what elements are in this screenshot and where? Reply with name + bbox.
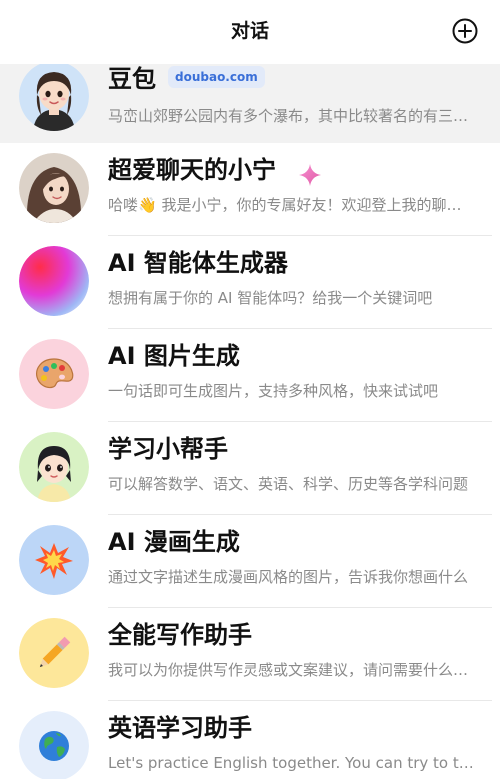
gradient-orb-icon [19,246,89,316]
conversation-name: 英语学习助手 [108,714,252,742]
conversation-name: 超爱聊天的小宁 [108,156,276,184]
conversation-name: AI 漫画生成 [108,528,240,556]
student-avatar-icon [19,432,89,502]
conversation-preview: 想拥有属于你的 AI 智能体吗？给我一个关键词吧 [108,289,433,307]
conversation-name: AI 智能体生成器 [108,249,288,277]
chat-list-screen: 对话 豆包 doubao.com 马峦山郊野公园内有多个瀑布，其中比较著名的有三… [0,0,500,779]
top-bar: 对话 [0,0,500,64]
conversation-preview: 一句话即可生成图片，支持多种风格，快来试试吧 [108,382,439,400]
conversation-preview: 可以解答数学、语文、英语、科学、历史等各学科问题 [108,475,469,493]
doubao-domain-badge: doubao.com [168,66,265,88]
conversation-preview: 哈喽👋 我是小宁，你的专属好友！欢迎登上我的聊天号 [108,196,476,214]
avatar [19,246,89,316]
conversation-item-xiaoning[interactable]: 超爱聊天的小宁 哈喽👋 我是小宁，你的专属好友！欢迎登上我的聊天号 [0,143,500,236]
conversation-item-agent-generator[interactable]: AI 智能体生成器 想拥有属于你的 AI 智能体吗？给我一个关键词吧 [0,236,500,329]
conversation-item-writing-assistant[interactable]: 全能写作助手 我可以为你提供写作灵感或文案建议，请问需要什么帮助 [0,608,500,701]
plus-circle-icon [452,18,478,44]
pencil-icon [19,618,89,688]
conversation-item-image-generator[interactable]: AI 图片生成 一句话即可生成图片，支持多种风格，快来试试吧 [0,329,500,422]
conversation-name: 全能写作助手 [108,621,252,649]
conversation-item-english-assistant[interactable]: 英语学习助手 Let's practice English together. … [0,701,500,779]
conversation-name: AI 图片生成 [108,342,240,370]
new-chat-button[interactable] [452,18,478,44]
conversation-item-doubao[interactable]: 豆包 doubao.com 马峦山郊野公园内有多个瀑布，其中比较著名的有三叠瀑等 [0,61,500,143]
girl-avatar-icon [19,61,89,131]
girl-photo-avatar-icon [19,153,89,223]
conversation-name: 豆包 [108,65,156,93]
conversation-preview: 我可以为你提供写作灵感或文案建议，请问需要什么帮助 [108,661,476,679]
conversation-item-study-helper[interactable]: 学习小帮手 可以解答数学、语文、英语、科学、历史等各学科问题 [0,422,500,515]
avatar [19,618,89,688]
avatar [19,339,89,409]
avatar [19,61,89,131]
conversation-list: 豆包 doubao.com 马峦山郊野公园内有多个瀑布，其中比较著名的有三叠瀑等… [0,61,500,779]
avatar [19,153,89,223]
avatar [19,525,89,595]
sparkle-icon [298,163,322,191]
conversation-item-comic-generator[interactable]: AI 漫画生成 通过文字描述生成漫画风格的图片，告诉我你想画什么 [0,515,500,608]
globe-icon [19,711,89,779]
avatar [19,432,89,502]
conversation-preview: 马峦山郊野公园内有多个瀑布，其中比较著名的有三叠瀑等 [108,107,476,125]
conversation-preview: 通过文字描述生成漫画风格的图片，告诉我你想画什么 [108,568,469,586]
palette-icon [36,358,74,389]
avatar [19,711,89,779]
conversation-preview: Let's practice English together. You can… [108,754,476,772]
conversation-name: 学习小帮手 [108,435,228,463]
page-title: 对话 [230,20,269,42]
comic-burst-icon [19,525,89,595]
